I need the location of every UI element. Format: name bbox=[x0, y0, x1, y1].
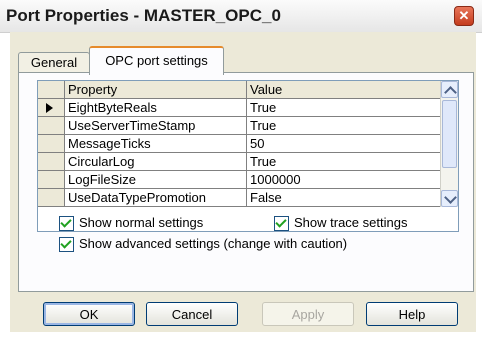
row-selector[interactable] bbox=[38, 135, 65, 153]
scroll-down-button[interactable] bbox=[441, 190, 458, 207]
value-cell[interactable]: True bbox=[247, 153, 440, 171]
current-row-arrow-icon bbox=[46, 103, 53, 113]
table-row[interactable]: UseServerTimeStamp True bbox=[38, 117, 458, 135]
vertical-scrollbar[interactable] bbox=[440, 81, 458, 207]
table-row[interactable]: MessageTicks 50 bbox=[38, 135, 458, 153]
title-bar: Port Properties - MASTER_OPC_0 ✕ bbox=[0, 0, 482, 33]
column-header-value[interactable]: Value bbox=[247, 81, 440, 99]
property-cell[interactable]: CircularLog bbox=[65, 153, 247, 171]
value-cell[interactable]: 50 bbox=[247, 135, 440, 153]
row-selector[interactable] bbox=[38, 153, 65, 171]
property-cell[interactable]: EightByteReals bbox=[65, 99, 247, 117]
close-button[interactable]: ✕ bbox=[454, 6, 474, 26]
checkmark-icon bbox=[60, 216, 72, 228]
column-header-property[interactable]: Property bbox=[65, 81, 247, 99]
value-cell[interactable]: True bbox=[247, 99, 440, 117]
property-cell[interactable]: LogFileSize bbox=[65, 171, 247, 189]
table-row[interactable]: UseDataTypePromotion False bbox=[38, 189, 458, 207]
property-cell[interactable]: MessageTicks bbox=[65, 135, 247, 153]
checkmark-icon bbox=[60, 237, 72, 249]
row-selector[interactable] bbox=[38, 99, 65, 117]
row-selector[interactable] bbox=[38, 117, 65, 135]
chevron-up-icon bbox=[444, 86, 457, 99]
close-icon: ✕ bbox=[458, 8, 470, 23]
row-selector[interactable] bbox=[38, 171, 65, 189]
scroll-thumb[interactable] bbox=[442, 100, 457, 168]
tab-panel: Property Value EightByteReals True UseSe… bbox=[18, 72, 474, 292]
row-selector[interactable] bbox=[38, 189, 65, 207]
window-title: Port Properties - MASTER_OPC_0 bbox=[6, 6, 281, 25]
value-cell[interactable]: True bbox=[247, 117, 440, 135]
tab-general[interactable]: General bbox=[18, 52, 90, 73]
tab-opc-port-settings[interactable]: OPC port settings bbox=[89, 46, 224, 75]
row-selector-header bbox=[38, 81, 65, 99]
help-button[interactable]: Help bbox=[366, 302, 458, 326]
cancel-button[interactable]: Cancel bbox=[146, 302, 238, 326]
show-trace-label[interactable]: Show trace settings bbox=[294, 215, 407, 230]
property-grid[interactable]: Property Value EightByteReals True UseSe… bbox=[37, 80, 459, 232]
dialog-body: General OPC port settings Property Value… bbox=[10, 32, 476, 332]
show-normal-label[interactable]: Show normal settings bbox=[79, 215, 203, 230]
show-advanced-label[interactable]: Show advanced settings (change with caut… bbox=[79, 236, 347, 251]
table-row[interactable]: CircularLog True bbox=[38, 153, 458, 171]
value-cell[interactable]: 1000000 bbox=[247, 171, 440, 189]
grid-header-row: Property Value bbox=[38, 81, 458, 99]
checkmark-icon bbox=[275, 216, 287, 228]
ok-button[interactable]: OK bbox=[43, 302, 135, 326]
table-row[interactable]: EightByteReals True bbox=[38, 99, 458, 117]
show-advanced-checkbox[interactable] bbox=[59, 237, 74, 252]
property-cell[interactable]: UseServerTimeStamp bbox=[65, 117, 247, 135]
apply-button[interactable]: Apply bbox=[262, 302, 354, 326]
chevron-down-icon bbox=[444, 191, 457, 204]
scroll-up-button[interactable] bbox=[441, 81, 458, 99]
table-row[interactable]: LogFileSize 1000000 bbox=[38, 171, 458, 189]
show-normal-checkbox[interactable] bbox=[59, 216, 74, 231]
property-cell[interactable]: UseDataTypePromotion bbox=[65, 189, 247, 207]
show-trace-checkbox[interactable] bbox=[274, 216, 289, 231]
value-cell[interactable]: False bbox=[247, 189, 440, 207]
